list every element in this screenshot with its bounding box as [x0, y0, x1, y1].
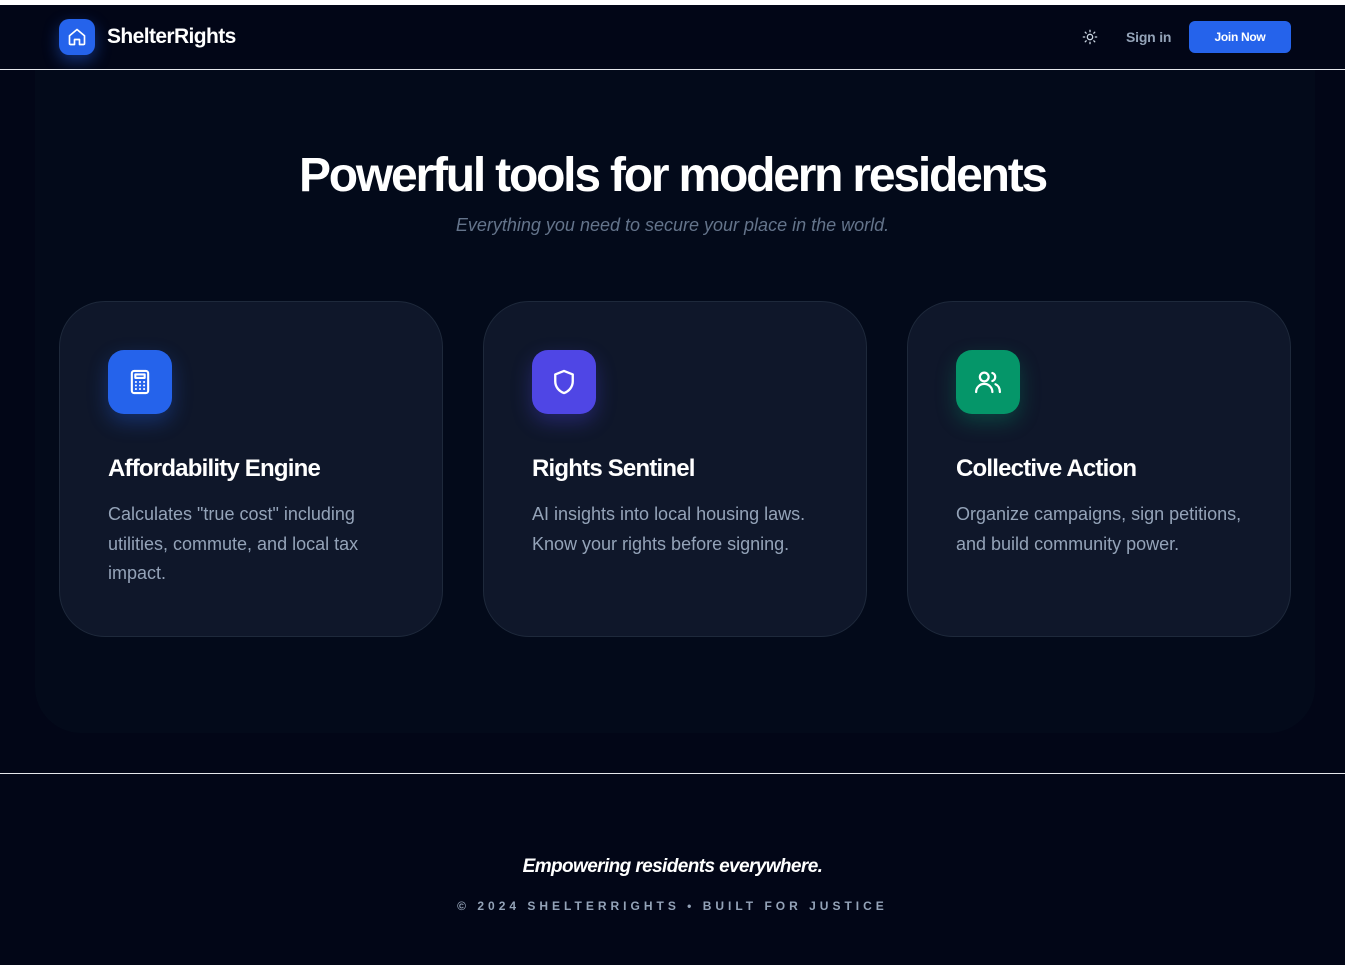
feature-card-collective: Collective Action Organize campaigns, si… — [907, 301, 1291, 637]
navbar: ShelterRights Sign in Join Now — [0, 5, 1345, 70]
feature-description: Calculates "true cost" including utiliti… — [108, 504, 359, 583]
hero-title: Powerful tools for modern residents — [298, 149, 1048, 203]
home-icon — [59, 19, 95, 55]
footer-copyright: © 2024 SHELTERRIGHTS • BUILT FOR JUSTICE — [457, 899, 888, 913]
join-now-button[interactable]: Join Now — [1189, 21, 1291, 53]
users-icon — [956, 350, 1020, 414]
sign-in-link[interactable]: Sign in — [1126, 26, 1171, 48]
calculator-icon — [108, 350, 172, 414]
brand[interactable]: ShelterRights — [59, 19, 236, 55]
feature-description: Organize campaigns, sign petitions, and … — [956, 504, 1242, 554]
feature-title: Affordability Engine — [108, 455, 321, 482]
feature-card-affordability: Affordability Engine Calculates "true co… — [59, 301, 443, 637]
feature-card-rights: Rights Sentinel AI insights into local h… — [483, 301, 867, 637]
footer-divider — [0, 773, 1345, 774]
feature-title: Collective Action — [956, 455, 1137, 482]
sun-icon[interactable] — [1078, 25, 1102, 49]
footer-tagline: Empowering residents everywhere. — [522, 856, 823, 877]
feature-title: Rights Sentinel — [532, 455, 695, 482]
brand-name: ShelterRights — [107, 25, 236, 48]
shield-icon — [532, 350, 596, 414]
feature-description: AI insights into local housing laws. Kno… — [532, 504, 806, 554]
hero-subtitle: Everything you need to secure your place… — [455, 215, 890, 235]
